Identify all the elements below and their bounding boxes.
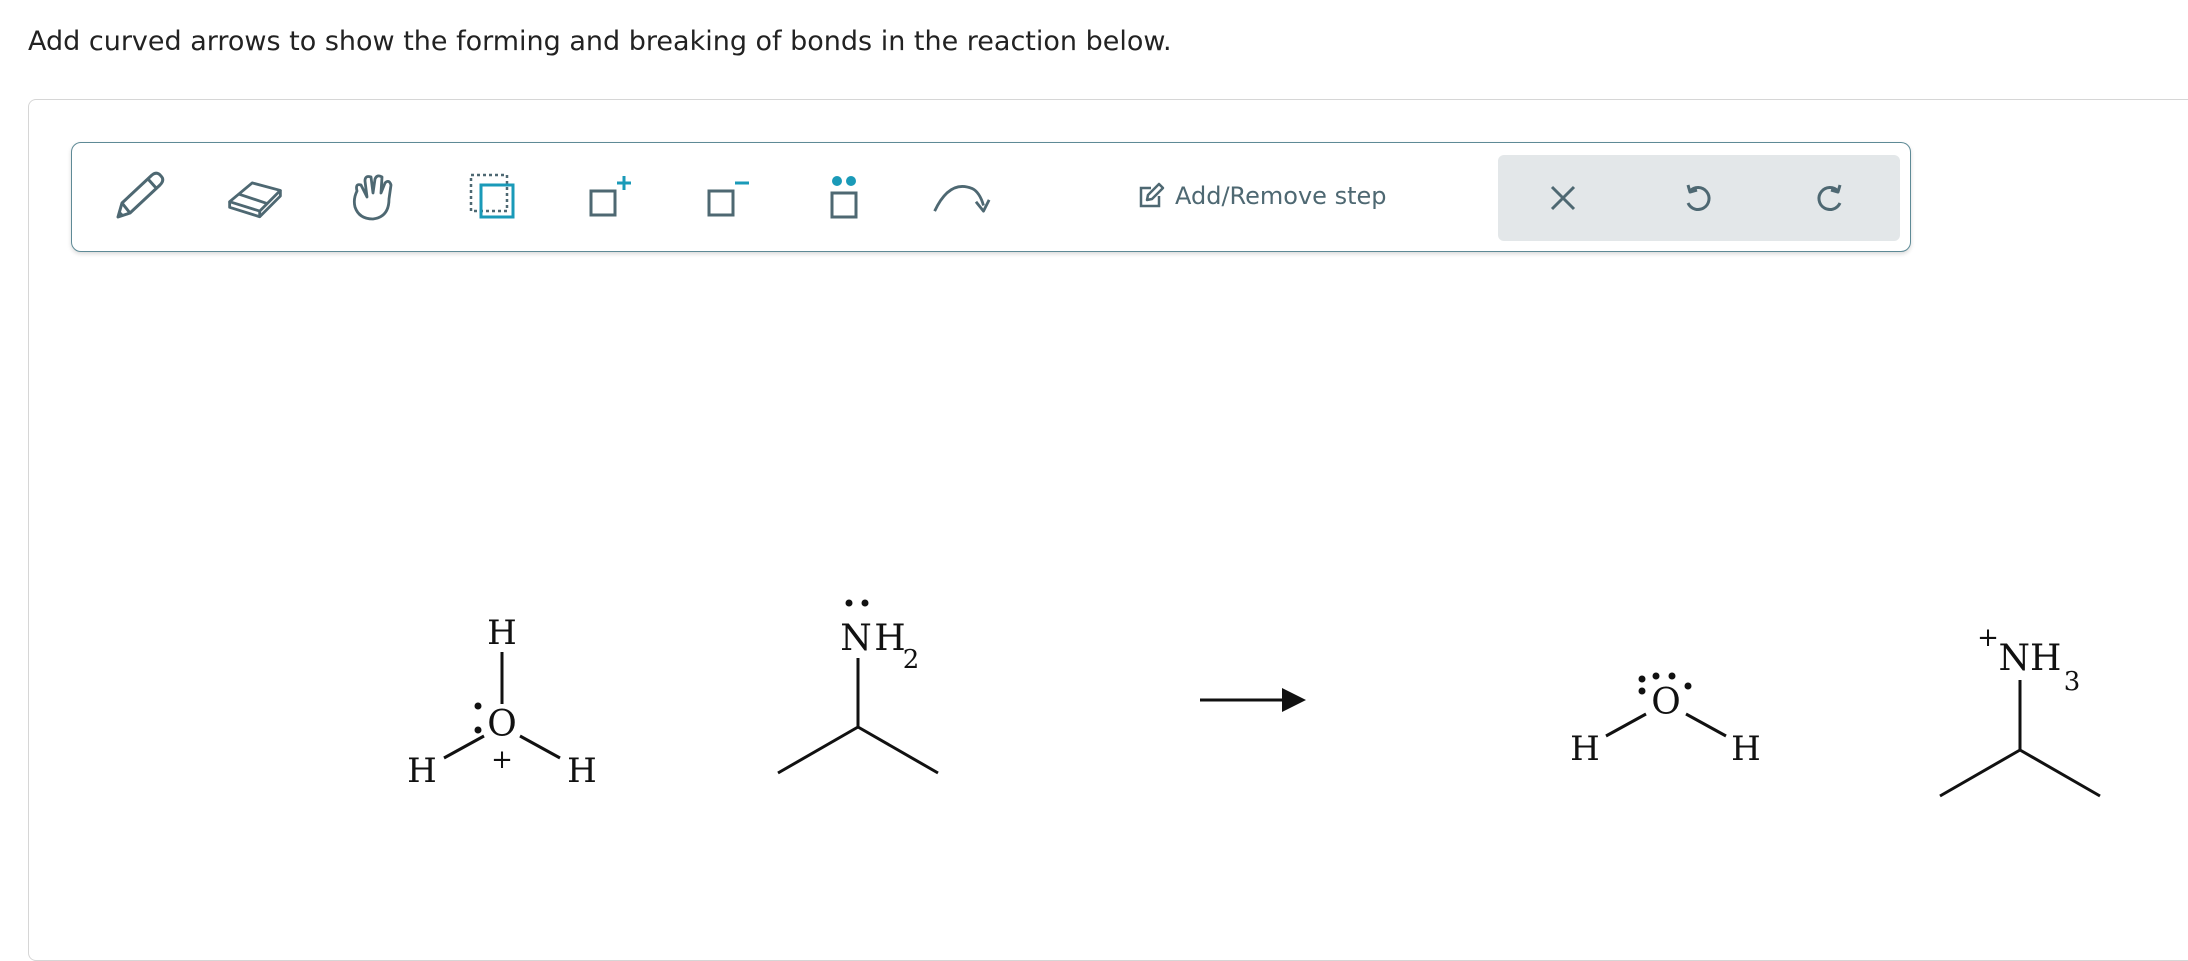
redo-button[interactable] xyxy=(1806,173,1856,223)
edit-icon xyxy=(1139,182,1165,208)
curved-arrow-icon xyxy=(933,185,991,213)
negative-charge-icon xyxy=(707,181,749,217)
undo-icon xyxy=(1686,184,1711,211)
drawing-toolbar: Add/Remove step xyxy=(71,142,1911,252)
hand-tool-button[interactable] xyxy=(342,168,404,226)
select-box-icon xyxy=(469,173,515,219)
curved-arrow-tool-button[interactable] xyxy=(929,168,991,226)
lone-pair-icon xyxy=(830,176,858,219)
question-prompt: Add curved arrows to show the forming an… xyxy=(28,26,1172,57)
lone-pair-tool-button[interactable] xyxy=(813,168,875,226)
clear-button[interactable] xyxy=(1538,173,1588,223)
action-buttons-group xyxy=(1498,155,1900,241)
close-icon xyxy=(1550,185,1576,211)
hand-icon xyxy=(352,174,393,221)
add-charge-tool-button[interactable] xyxy=(578,168,640,226)
redo-icon xyxy=(1817,184,1842,211)
pencil-icon xyxy=(116,171,165,219)
add-remove-step-button[interactable]: Add/Remove step xyxy=(1137,176,1387,216)
undo-button[interactable] xyxy=(1672,173,1722,223)
add-remove-step-label: Add/Remove step xyxy=(1175,182,1387,210)
pencil-tool-button[interactable] xyxy=(107,168,169,226)
remove-charge-tool-button[interactable] xyxy=(696,168,758,226)
eraser-icon xyxy=(228,181,282,219)
eraser-tool-button[interactable] xyxy=(224,168,286,226)
select-tool-button[interactable] xyxy=(462,168,524,226)
positive-charge-icon xyxy=(589,176,631,217)
